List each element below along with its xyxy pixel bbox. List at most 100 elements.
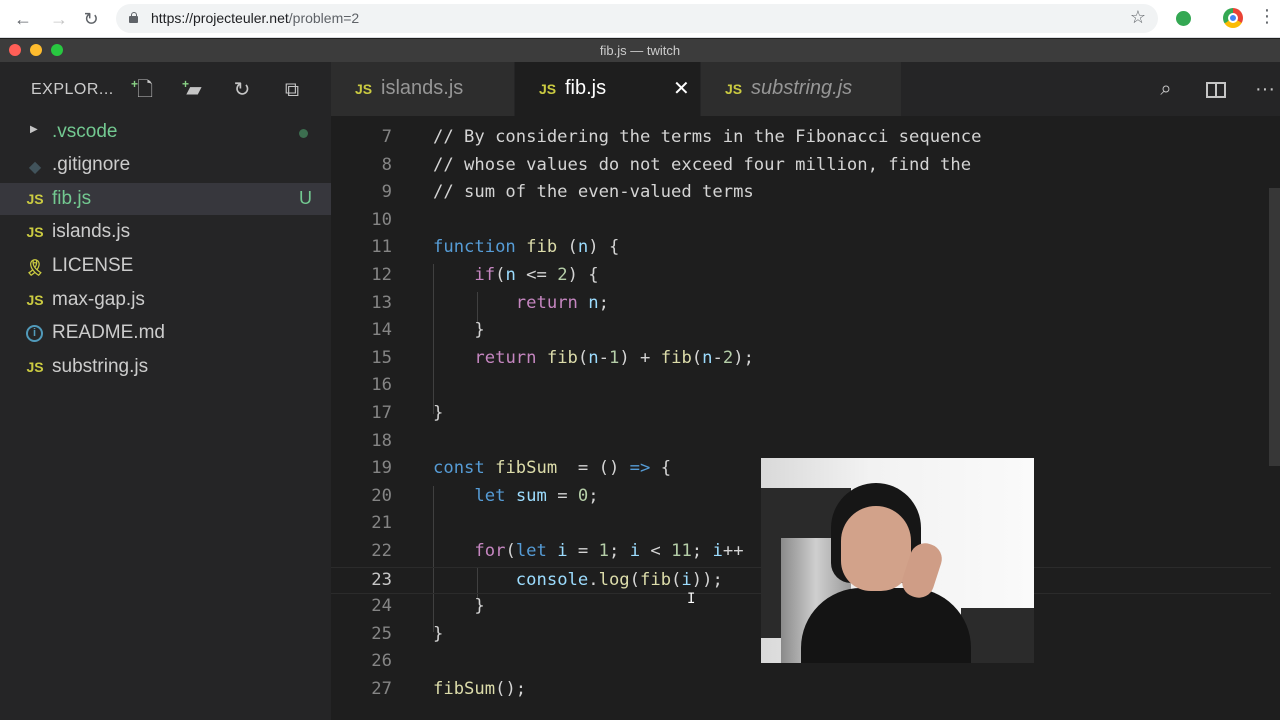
kebab-menu-icon[interactable]: ⋮: [1258, 6, 1276, 27]
tree-item-label: substring.js: [52, 356, 149, 377]
line-number: 10: [371, 209, 392, 230]
code-text: fibSum();: [433, 679, 527, 699]
close-icon[interactable]: ✕: [673, 76, 690, 101]
more-actions-icon[interactable]: ···: [1252, 77, 1278, 103]
line-number: 14: [371, 320, 392, 341]
code-line: 7 // By considering the terms in the Fibo…: [331, 125, 1271, 153]
code-line: 8 // whose values do not exceed four mill…: [331, 153, 1271, 181]
code-line: 10: [331, 208, 1271, 236]
refresh-icon[interactable]: ↻: [230, 78, 254, 102]
license-icon: 🎗: [24, 260, 46, 277]
line-number: 7: [381, 127, 392, 147]
forward-arrow-icon[interactable]: →: [48, 8, 70, 30]
js-file-icon: JS: [26, 359, 44, 375]
tree-item-label: .vscode: [52, 121, 118, 142]
line-number: 20: [371, 485, 392, 506]
browser-toolbar: ← → ↻ https://projecteuler.net/problem=2…: [0, 0, 1280, 38]
back-arrow-icon[interactable]: ←: [12, 8, 34, 30]
lock-icon: [129, 12, 138, 23]
url-path: /problem=2: [288, 10, 360, 26]
code-line: 17}: [331, 401, 1271, 429]
editor-tabs: JS islands.js JS fib.js ✕ JS substring.j…: [331, 62, 1280, 116]
tree-item-readme[interactable]: i README.md: [0, 317, 331, 349]
git-icon: ◆: [28, 159, 42, 176]
code-text: // whose values do not exceed four milli…: [433, 154, 972, 175]
line-number: 12: [371, 265, 392, 285]
info-icon: i: [26, 325, 43, 342]
code-text: function fib (n) {: [433, 237, 620, 258]
code-line: 11 function fib (n) {: [331, 235, 1271, 263]
tab-islands[interactable]: JS islands.js: [331, 62, 514, 116]
extension-green-icon[interactable]: [1176, 11, 1191, 26]
tree-item-max-gap[interactable]: JS max-gap.js: [0, 284, 331, 316]
split-editor-icon[interactable]: [1202, 77, 1228, 103]
url-text[interactable]: https://projecteuler.net/problem=2: [151, 10, 359, 26]
tree-item-islands[interactable]: JS islands.js: [0, 216, 331, 248]
code-text: return fib(n-1) + fib(n-2);: [474, 347, 754, 368]
js-file-icon: JS: [26, 224, 44, 240]
tab-label: islands.js: [381, 77, 464, 99]
code-line: 27 fibSum();: [331, 677, 1271, 705]
code-line: 12 if(n <= 2) {: [331, 263, 1271, 291]
star-icon[interactable]: ☆: [1130, 7, 1146, 28]
js-file-icon: JS: [26, 292, 44, 308]
tree-item-fib[interactable]: JS fib.js U: [0, 183, 331, 215]
line-number: 26: [371, 651, 392, 672]
line-number: 19: [371, 458, 392, 479]
tree-item-license[interactable]: 🎗 LICENSE: [0, 250, 331, 282]
explorer-sidebar: EXPLOR... 🗋 + ▰ + ↻ ⧉ ▶ .vscode ◆ .gitigno…: [0, 62, 331, 720]
code-text: }: [433, 403, 444, 423]
code-text: // sum of the even-valued terms: [433, 182, 754, 203]
tree-item-label: max-gap.js: [52, 289, 145, 310]
new-file-icon[interactable]: 🗋 +: [131, 77, 157, 102]
open-changes-icon[interactable]: ⌕: [1153, 77, 1179, 103]
window-titlebar: fib.js — twitch: [0, 39, 1280, 62]
tab-fib[interactable]: JS fib.js ✕: [515, 62, 700, 116]
tab-substring[interactable]: JS substring.js: [701, 62, 901, 116]
tab-label: substring.js: [751, 77, 853, 99]
code-text: }: [433, 623, 444, 644]
code-text: for(let i = 1; i < 11; i++: [474, 541, 744, 561]
js-file-icon: JS: [26, 191, 44, 207]
tree-item-gitignore[interactable]: ◆ .gitignore: [0, 149, 331, 181]
chevron-right-icon: ▶: [30, 124, 38, 135]
vertical-scrollbar[interactable]: [1269, 188, 1280, 466]
code-text: if(n <= 2) {: [474, 265, 599, 285]
code-text: let sum = 0;: [474, 485, 599, 506]
line-number: 17: [371, 403, 392, 423]
line-number: 16: [371, 375, 392, 396]
line-number: 25: [371, 623, 392, 644]
js-file-icon: JS: [355, 81, 373, 97]
tree-item-label: islands.js: [52, 221, 131, 242]
line-number: 13: [371, 292, 392, 313]
code-line: 16: [331, 373, 1271, 401]
js-file-icon: JS: [539, 81, 557, 97]
line-number: 24: [371, 596, 392, 617]
code-text: // By considering the terms in the Fibon…: [433, 127, 982, 147]
profile-avatar-icon[interactable]: [1223, 8, 1243, 28]
line-number: 22: [371, 541, 392, 561]
tree-item-vscode[interactable]: ▶ .vscode: [0, 116, 331, 148]
webcam-overlay: [761, 458, 1034, 663]
line-number: 9: [381, 182, 392, 203]
code-line: 9 // sum of the even-valued terms: [331, 180, 1271, 208]
collapse-all-icon[interactable]: ⧉: [280, 78, 304, 102]
explorer-header: EXPLOR... 🗋 + ▰ + ↻ ⧉: [0, 62, 331, 116]
code-line: 14 }: [331, 318, 1271, 346]
line-number: 27: [371, 679, 392, 699]
line-number: 23: [371, 569, 392, 590]
line-number: 15: [371, 347, 392, 368]
tree-item-label: README.md: [52, 322, 165, 343]
code-text: const fibSum = () => {: [433, 458, 672, 479]
code-line: 15 return fib(n-1) + fib(n-2);: [331, 346, 1271, 374]
tree-item-label: fib.js: [52, 188, 92, 209]
reload-icon[interactable]: ↻: [80, 8, 102, 30]
code-line: 18: [331, 429, 1271, 457]
address-bar[interactable]: https://projecteuler.net/problem=2 ☆: [116, 4, 1158, 33]
untracked-badge: U: [299, 188, 312, 208]
code-text: console.log(fib(i));: [515, 569, 723, 590]
tree-item-substring[interactable]: JS substring.js: [0, 351, 331, 383]
code-text: }: [433, 320, 485, 341]
tab-label: fib.js: [565, 77, 607, 99]
new-folder-icon[interactable]: ▰ +: [182, 77, 206, 102]
